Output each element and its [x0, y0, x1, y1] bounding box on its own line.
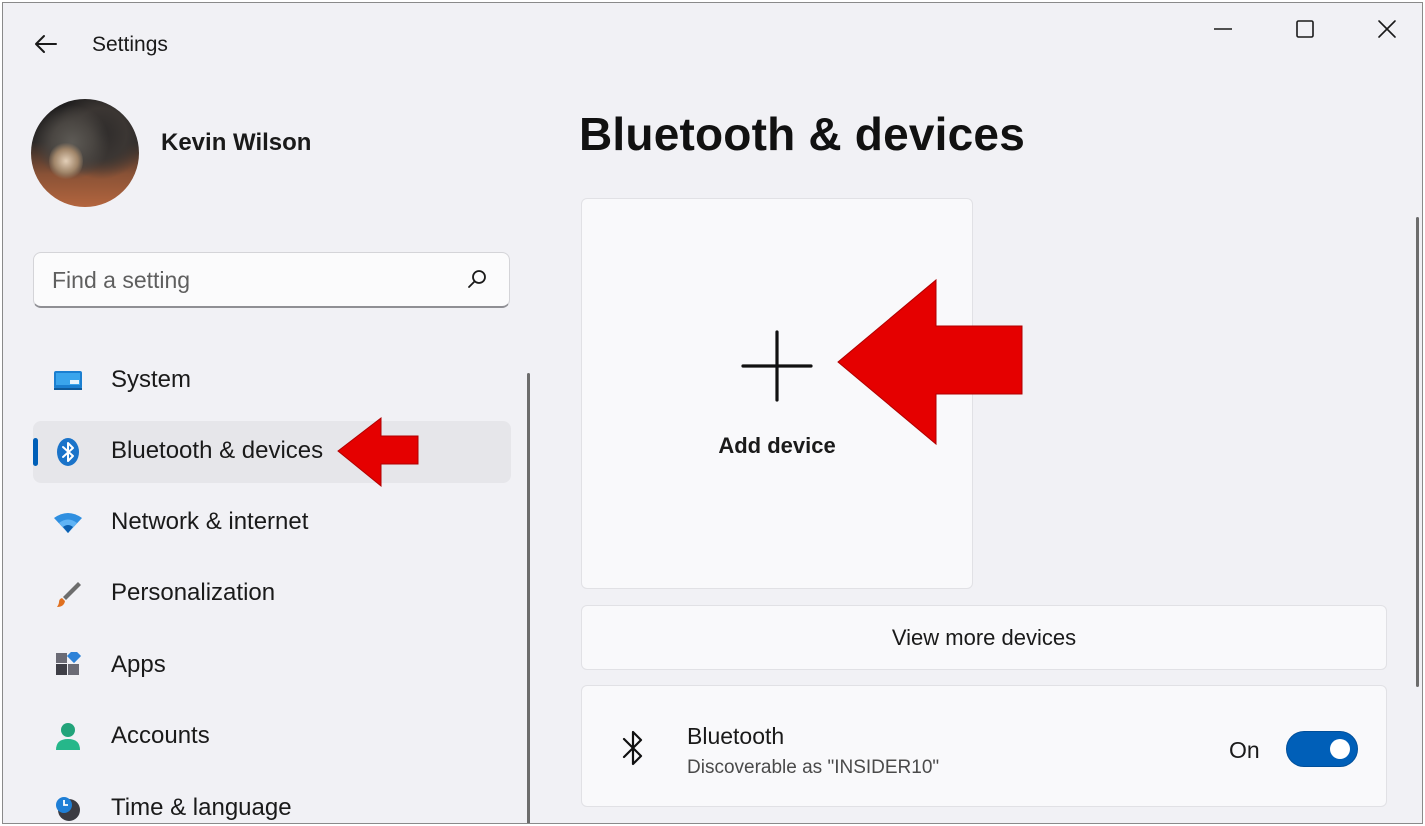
callout-arrow-add-device — [837, 278, 1023, 446]
sidebar-item-label: Time & language — [111, 794, 292, 821]
active-indicator — [33, 438, 38, 466]
search-icon[interactable] — [465, 268, 489, 292]
sidebar-item-label: Accounts — [111, 722, 210, 749]
sidebar-item-time-language[interactable]: Time & language — [33, 778, 511, 823]
sidebar-item-network-internet[interactable]: Network & internet — [33, 492, 511, 554]
bluetooth-setting-card: Bluetooth Discoverable as "INSIDER10" On — [581, 685, 1387, 807]
clock-globe-icon — [53, 795, 83, 823]
settings-window: Settings Kevin Wilson System — [2, 2, 1423, 824]
search-box[interactable] — [33, 252, 510, 308]
wifi-icon — [53, 509, 83, 537]
view-more-devices-button[interactable]: View more devices — [581, 605, 1387, 670]
brush-icon — [53, 580, 83, 608]
sidebar-item-label: Bluetooth & devices — [111, 437, 324, 464]
bluetooth-icon — [53, 438, 83, 466]
maximize-button[interactable] — [1283, 13, 1327, 45]
sidebar-scrollbar[interactable] — [527, 373, 530, 823]
sidebar-item-label: System — [111, 366, 192, 393]
sidebar-item-label: Personalization — [111, 579, 276, 606]
close-icon — [1378, 20, 1396, 38]
main-scrollbar[interactable] — [1416, 217, 1419, 687]
maximize-icon — [1296, 20, 1314, 38]
bluetooth-toggle[interactable] — [1286, 731, 1358, 767]
sidebar-item-label: Network & internet — [111, 508, 309, 535]
minimize-icon — [1214, 28, 1232, 30]
callout-arrow-sidebar — [337, 416, 419, 488]
close-button[interactable] — [1365, 13, 1409, 45]
back-button[interactable] — [31, 31, 61, 57]
bluetooth-state-label: On — [1229, 737, 1260, 763]
system-icon — [53, 367, 83, 395]
app-title: Settings — [92, 33, 168, 56]
sidebar-item-accounts[interactable]: Accounts — [33, 706, 511, 768]
toggle-knob — [1330, 739, 1350, 759]
sidebar-item-label: Apps — [111, 651, 166, 678]
sidebar-item-personalization[interactable]: Personalization — [33, 563, 511, 625]
bluetooth-discoverable-text: Discoverable as "INSIDER10" — [687, 757, 940, 778]
plus-icon — [741, 330, 813, 402]
view-more-devices-label: View more devices — [891, 624, 1077, 650]
sidebar-item-system[interactable]: System — [33, 350, 511, 412]
apps-icon — [53, 652, 83, 680]
bluetooth-icon — [622, 730, 643, 766]
back-arrow-icon — [35, 35, 57, 53]
avatar[interactable] — [31, 99, 139, 207]
accounts-icon — [53, 723, 83, 751]
bluetooth-title: Bluetooth — [687, 723, 785, 749]
page-title: Bluetooth & devices — [579, 108, 1025, 160]
sidebar-item-apps[interactable]: Apps — [33, 635, 511, 697]
sidebar-item-bluetooth-devices[interactable]: Bluetooth & devices — [33, 421, 511, 483]
user-name: Kevin Wilson — [161, 129, 312, 156]
search-input[interactable] — [52, 265, 452, 295]
minimize-button[interactable] — [1201, 13, 1245, 45]
